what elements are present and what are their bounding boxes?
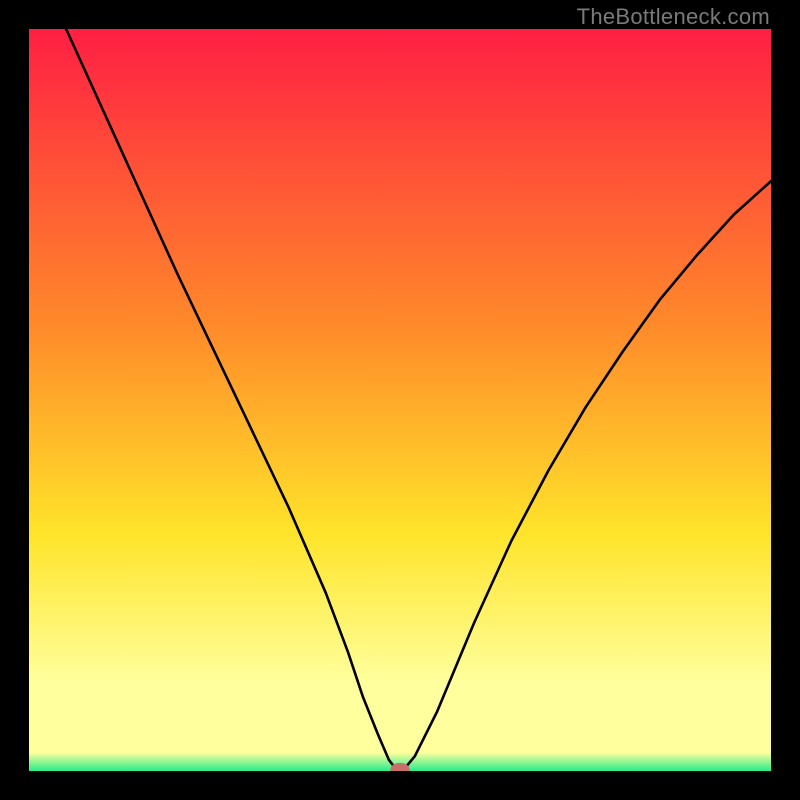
chart-frame: TheBottleneck.com (0, 0, 800, 800)
plot-area (29, 29, 771, 771)
chart-svg (29, 29, 771, 771)
gradient-background (29, 29, 771, 771)
watermark-text: TheBottleneck.com (577, 4, 770, 30)
